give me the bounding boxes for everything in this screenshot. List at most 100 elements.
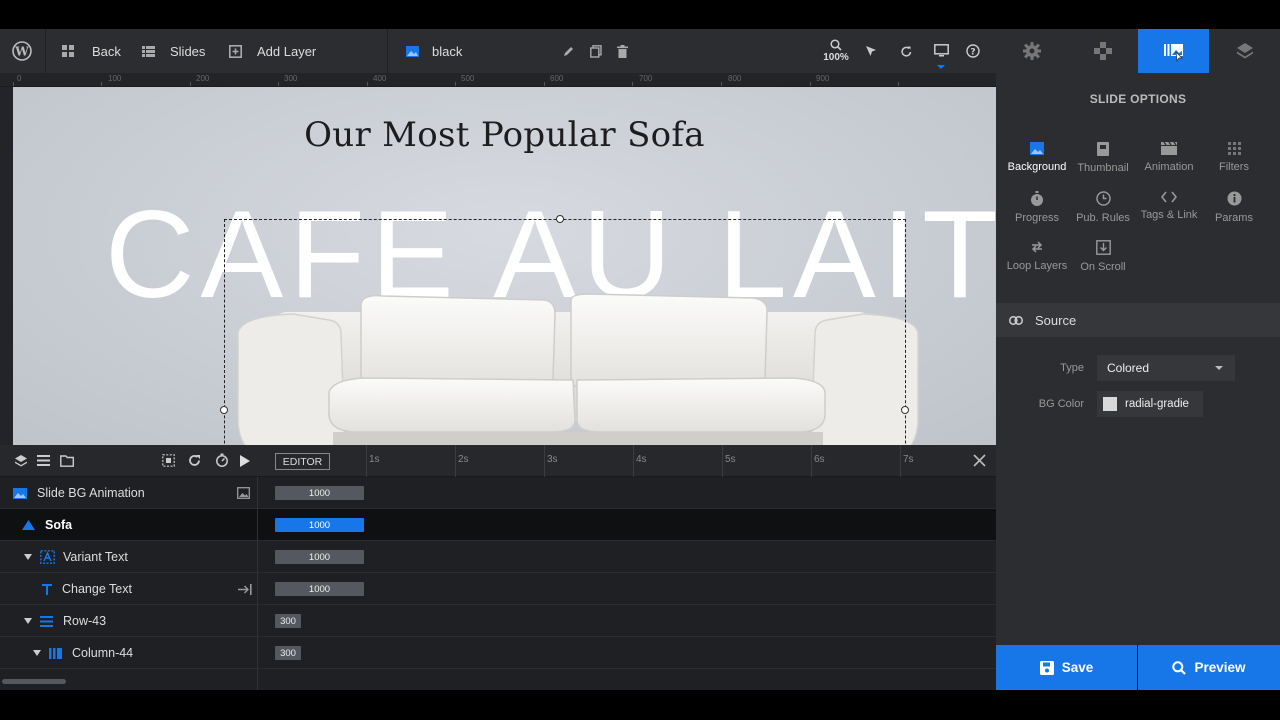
select-area-icon[interactable]	[162, 454, 175, 467]
code-icon	[1161, 191, 1177, 203]
tab-layers[interactable]	[1209, 29, 1280, 73]
vertical-ruler	[0, 87, 13, 445]
chevron-down-icon[interactable]	[33, 650, 41, 656]
time-mark: 6s	[814, 454, 825, 465]
layer-name: Column-44	[72, 646, 134, 660]
align-end-icon[interactable]	[238, 584, 252, 595]
image-icon	[13, 487, 27, 499]
timeline-bar[interactable]: 1000	[275, 518, 364, 532]
ruler-mark: 100	[108, 74, 122, 83]
layer-name: Variant Text	[63, 550, 128, 564]
preview-button[interactable]: Preview	[1138, 645, 1280, 690]
resize-handle-right[interactable]	[901, 406, 909, 414]
wordpress-logo-icon[interactable]: W	[12, 29, 32, 73]
close-icon[interactable]	[973, 454, 986, 467]
bookmark-icon	[1097, 142, 1109, 156]
timeline-bar[interactable]: 300	[275, 646, 301, 660]
slide-title-text[interactable]: Our Most Popular Sofa	[13, 115, 996, 155]
option-tags-link[interactable]: Tags & Link	[1136, 191, 1202, 221]
add-layer-button[interactable]: Add Layer	[229, 29, 316, 73]
option-filters[interactable]: Filters	[1201, 142, 1267, 173]
bgcolor-label: BG Color	[1038, 398, 1084, 410]
option-label: Progress	[1014, 212, 1060, 224]
option-pub-rules[interactable]: Pub. Rules	[1070, 191, 1136, 224]
timeline-row-slide-bg[interactable]: Slide BG Animation 1000	[0, 477, 996, 509]
ruler-mark: 500	[461, 74, 475, 83]
option-thumbnail[interactable]: Thumbnail	[1070, 142, 1136, 174]
zoom-control[interactable]: 100%	[822, 39, 850, 63]
undo-icon[interactable]	[900, 29, 913, 73]
source-section-header[interactable]: Source	[996, 303, 1280, 337]
option-progress[interactable]: Progress	[1004, 191, 1070, 224]
timeline-row-sofa[interactable]: Sofa 1000	[0, 509, 996, 541]
editor-button[interactable]: EDITOR	[275, 453, 330, 470]
resize-handle-left[interactable]	[220, 406, 228, 414]
image-settings-icon[interactable]	[237, 487, 250, 499]
chevron-down-icon[interactable]	[24, 618, 32, 624]
layer-name: Slide BG Animation	[37, 486, 145, 500]
svg-text:W: W	[14, 45, 29, 59]
timeline-row-variant-text[interactable]: Variant Text 1000	[0, 541, 996, 573]
layer-name: Row-43	[63, 614, 107, 628]
save-button[interactable]: Save	[996, 645, 1137, 690]
layers-icon[interactable]	[15, 455, 27, 467]
timeline-row-row-43[interactable]: Row-43 300	[0, 605, 996, 637]
timeline-row-change-text[interactable]: Change Text 1000	[0, 573, 996, 605]
bgcolor-field[interactable]: radial-gradie	[1097, 391, 1203, 417]
duplicate-icon[interactable]	[590, 29, 602, 73]
ruler-mark: 800	[728, 74, 742, 83]
chevron-down-icon[interactable]	[24, 554, 32, 560]
time-mark: 1s	[369, 454, 380, 465]
timeline-bar[interactable]: 1000	[275, 550, 364, 564]
option-label: Tags & Link	[1140, 209, 1198, 221]
select-pointer-icon[interactable]	[865, 29, 877, 73]
save-disk-icon	[1039, 660, 1054, 675]
edit-pencil-icon[interactable]	[563, 29, 575, 73]
option-on-scroll[interactable]: On Scroll	[1070, 240, 1136, 273]
layer-name: Sofa	[45, 518, 73, 532]
slide-name-field[interactable]: black	[406, 29, 462, 73]
grid-icon	[62, 45, 74, 57]
selection-box	[220, 215, 909, 445]
option-label: Thumbnail	[1077, 162, 1129, 174]
option-animation[interactable]: Animation	[1136, 142, 1202, 173]
timeline-header: EDITOR 1s 2s 3s 4s 5s 6s 7s	[0, 445, 996, 477]
text-icon	[42, 583, 52, 595]
svg-text:?: ?	[970, 48, 975, 58]
tab-navigation[interactable]	[1067, 29, 1138, 73]
speed-timer-icon[interactable]	[215, 453, 229, 467]
layers-icon	[1236, 43, 1253, 59]
device-caret-icon	[937, 65, 945, 69]
timeline-row-column-44[interactable]: Column-44 300	[0, 637, 996, 669]
help-icon[interactable]: ?	[966, 29, 980, 73]
trash-icon[interactable]	[617, 29, 628, 73]
tab-slide-options[interactable]	[1138, 29, 1209, 73]
option-background[interactable]: Background	[1004, 142, 1070, 173]
horizontal-scrollbar[interactable]	[2, 679, 66, 684]
back-button[interactable]: Back	[62, 29, 121, 73]
slide-canvas[interactable]: Our Most Popular Sofa CAFE AU LAIT	[13, 87, 996, 445]
ruler-mark: 400	[373, 74, 387, 83]
loop-icon[interactable]	[188, 454, 202, 467]
text-layer-icon	[40, 550, 55, 564]
add-layer-icon	[229, 44, 242, 58]
option-loop-layers[interactable]: Loop Layers	[1004, 240, 1070, 272]
folder-icon[interactable]	[60, 455, 74, 467]
option-params[interactable]: Params	[1201, 191, 1267, 224]
slides-label: Slides	[170, 43, 206, 59]
play-icon[interactable]	[240, 455, 250, 467]
add-layer-label: Add Layer	[257, 43, 317, 59]
resize-handle-top[interactable]	[556, 215, 564, 223]
image-icon	[1030, 142, 1044, 155]
timeline-bar[interactable]: 300	[275, 614, 301, 628]
slides-button[interactable]: Slides	[142, 29, 205, 73]
option-label: Loop Layers	[1006, 260, 1068, 272]
type-select[interactable]: Colored	[1097, 355, 1235, 381]
color-swatch[interactable]	[1103, 397, 1117, 411]
tab-settings[interactable]	[996, 29, 1067, 73]
info-icon	[1227, 191, 1241, 206]
timeline-bar[interactable]: 1000	[275, 582, 364, 596]
list-icon[interactable]	[37, 455, 50, 466]
timeline-bar[interactable]: 1000	[275, 486, 364, 500]
stopwatch-icon	[1031, 191, 1043, 206]
